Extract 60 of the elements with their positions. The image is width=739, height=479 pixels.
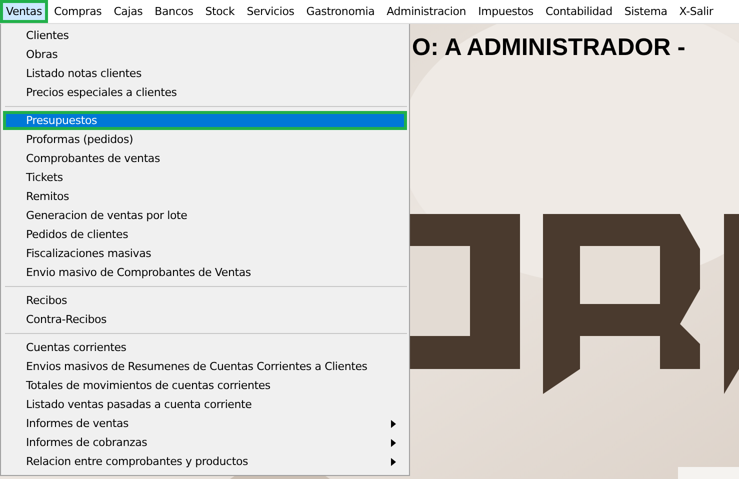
menu-item-label: Totales de movimientos de cuentas corrientes [26,379,272,392]
menu-item-label: Relacion entre comprobantes y productos [26,455,250,468]
menu-bar-item[interactable]: Servicios [240,0,300,23]
menu-item[interactable]: Remitos [3,187,407,206]
menu-item[interactable]: Listado ventas pasadas a cuenta corriente [3,395,407,414]
menu-item[interactable]: Relacion entre comprobantes y productos [3,452,407,471]
window-heading: O: A ADMINISTRADOR - [412,34,686,62]
menu-item-label: Tickets [26,171,64,184]
menu-bar-item[interactable]: Stock [199,0,241,23]
menu-item-label: Generacion de ventas por lote [26,209,188,222]
menu-item-label: Remitos [26,190,70,203]
menu-item[interactable]: Contra-Recibos [3,310,407,329]
menu-item[interactable]: Tickets [3,168,407,187]
menu-bar-item[interactable]: Gastronomia [300,0,381,23]
menu-item[interactable]: Cuentas corrientes [3,338,407,357]
menu-item-label: Listado notas clientes [26,67,142,80]
submenu-arrow-icon [391,458,396,466]
menu-item[interactable]: Recibos [3,291,407,310]
menu-item[interactable]: Envios masivos de Resumenes de Cuentas Corrientes a Clientes [3,357,407,376]
menu-item[interactable]: Obras [3,45,407,64]
menu-item-label: Envio masivo de Comprobantes de Ventas [26,266,252,279]
menu-item-label: Proformas (pedidos) [26,133,134,146]
menu-item[interactable]: Informes de ventas [3,414,407,433]
menu-item[interactable]: Informes de cobranzas [3,433,407,452]
menu-bar-item[interactable]: Sistema [618,0,674,23]
menu-item-label: Recibos [26,294,68,307]
menu-item[interactable]: Presupuestos [3,111,407,130]
menu-bar-item[interactable]: Compras [48,0,108,23]
menu-item-label: Obras [26,48,59,61]
menu-item-label: Cuentas corrientes [26,341,128,354]
menu-item-label: Pedidos de clientes [26,228,130,241]
menu-bar-item[interactable]: Bancos [148,0,200,23]
menu-bar-item[interactable]: Administracion [380,0,472,23]
menu-item-label: Informes de cobranzas [26,436,148,449]
menu-item[interactable]: Comprobantes de ventas [3,149,407,168]
menu-item[interactable]: Pedidos de clientes [3,225,407,244]
menu-item[interactable]: Listado notas clientes [3,64,407,83]
menu-item[interactable]: Envio masivo de Comprobantes de Ventas [3,263,407,282]
menu-item[interactable]: Clientes [3,26,407,45]
menu-bar-item[interactable]: Impuestos [472,0,540,23]
submenu-arrow-icon [391,420,396,428]
menu-bar-item[interactable]: Cajas [108,0,149,23]
menu-item[interactable]: Fiscalizaciones masivas [3,244,407,263]
menu-item[interactable]: Totales de movimientos de cuentas corrientes [3,376,407,395]
menu-item-label: Comprobantes de ventas [26,152,162,165]
menu-item-label: Envios masivos de Resumenes de Cuentas Corrientes a Clientes [26,360,368,373]
menu-bar-item[interactable]: Ventas [0,0,48,23]
menu-item[interactable]: Precios especiales a clientes [3,83,407,102]
menu-item-label: Informes de ventas [26,417,130,430]
menu-item-label: Precios especiales a clientes [26,86,178,99]
menu-item-label: Clientes [26,29,70,42]
menu-item[interactable]: Generacion de ventas por lote [3,206,407,225]
menu-item-label: Contra-Recibos [26,313,108,326]
submenu-arrow-icon [391,438,396,446]
menu-item-label: Fiscalizaciones masivas [26,247,152,260]
menu-bar-item[interactable]: Contabilidad [539,0,618,23]
menu-item-label: Listado ventas pasadas a cuenta corriente [26,398,253,411]
menu-item[interactable]: Proformas (pedidos) [3,130,407,149]
menu-bar-item[interactable]: X-Salir [673,0,720,23]
menu-item-label: Presupuestos [26,114,98,127]
